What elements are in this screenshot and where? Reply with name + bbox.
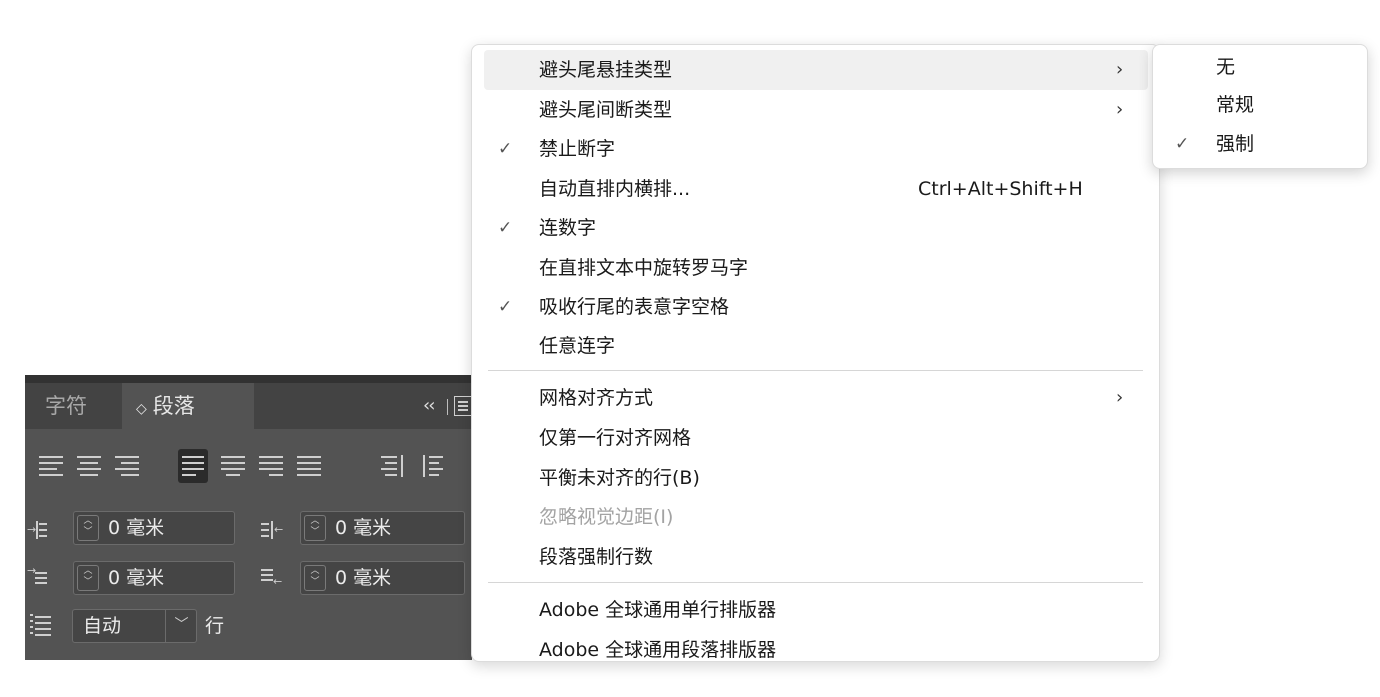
left-indent-value: 0 毫米 — [108, 517, 165, 539]
menu-item-balance-ragged-lines[interactable]: 平衡未对齐的行(B) — [484, 458, 1148, 498]
right-indent-stepper[interactable]: ︿ ﹀ — [304, 515, 326, 541]
first-line-indent-stepper[interactable]: ︿ ﹀ — [77, 565, 99, 591]
menu-item-auto-tate-chu-yoko[interactable]: 自动直排内横排... Ctrl+Alt+Shift+H — [484, 169, 1148, 209]
collapse-panel-button[interactable]: ‹‹ — [423, 383, 435, 429]
justify-last-right-button[interactable] — [257, 449, 287, 483]
justify-last-center-button[interactable] — [219, 449, 249, 483]
submenu-arrow-icon: › — [1116, 59, 1124, 80]
menu-item-absorb-ideographic-space[interactable]: ✓ 吸收行尾的表意字空格 — [484, 287, 1148, 327]
checkmark-icon: ✓ — [498, 218, 513, 238]
menu-item-paragraph-force-lines[interactable]: 段落强制行数 — [484, 537, 1148, 577]
justify-all-button[interactable] — [295, 449, 325, 483]
menu-divider — [488, 582, 1143, 583]
menu-item-label: Adobe 全球通用段落排版器 — [539, 639, 777, 661]
menu-item-grid-alignment[interactable]: 网格对齐方式 › — [484, 378, 1148, 418]
chevron-down-icon[interactable]: ﹀ — [165, 610, 197, 642]
menu-item-kinsoku-hanging-type[interactable]: 避头尾悬挂类型 › — [484, 50, 1148, 90]
left-indent-field[interactable]: ︿ ﹀ 0 毫米 — [73, 511, 235, 545]
align-right-button[interactable] — [113, 449, 143, 483]
last-line-indent-value: 0 毫米 — [335, 567, 392, 589]
first-line-indent-field[interactable]: ︿ ﹀ 0 毫米 — [73, 561, 235, 595]
submenu-arrow-icon: › — [1116, 387, 1124, 408]
panel-top-strip — [25, 375, 472, 383]
submenu-item-label: 常规 — [1216, 94, 1255, 116]
menu-item-shortcut: Ctrl+Alt+Shift+H — [918, 178, 1083, 200]
menu-item-label: 吸收行尾的表意字空格 — [539, 296, 730, 318]
menu-item-label: 任意连字 — [539, 335, 616, 357]
menu-item-label: 自动直排内横排... — [539, 178, 691, 200]
last-line-indent-icon: ← — [261, 566, 282, 588]
submenu-item-none[interactable]: 无 — [1153, 49, 1367, 86]
left-indent-stepper[interactable]: ︿ ﹀ — [77, 515, 99, 541]
first-line-indent-icon: → — [27, 565, 47, 586]
first-line-indent-value: 0 毫米 — [108, 567, 165, 589]
menu-item-label: Adobe 全球通用单行排版器 — [539, 599, 777, 621]
menu-item-paragraph-composer[interactable]: Adobe 全球通用段落排版器 — [484, 630, 1148, 661]
menu-item-label: 禁止断字 — [539, 138, 616, 160]
menu-item-kinsoku-break-type[interactable]: 避头尾间断类型 › — [484, 90, 1148, 130]
menu-item-label: 在直排文本中旋转罗马字 — [539, 257, 749, 279]
right-indent-field[interactable]: ︿ ﹀ 0 毫米 — [300, 511, 465, 545]
menu-divider — [488, 370, 1143, 371]
grid-lines-unit: 行 — [205, 615, 225, 637]
panel-menu-icon[interactable] — [454, 396, 472, 416]
tab-character[interactable]: 字符 — [45, 383, 87, 429]
grid-lines-icon — [30, 614, 52, 636]
paragraph-panel-flyout-menu: 避头尾悬挂类型 › 避头尾间断类型 › ✓ 禁止断字 自动直排内横排... Ct… — [471, 44, 1160, 662]
tab-paragraph-label: 段落 — [152, 394, 195, 418]
grid-lines-select[interactable]: 自动 ﹀ — [72, 609, 197, 643]
submenu-item-label: 无 — [1216, 56, 1236, 78]
right-indent-value: 0 毫米 — [335, 517, 392, 539]
checkmark-icon: ✓ — [498, 297, 513, 317]
menu-item-no-break[interactable]: ✓ 禁止断字 — [484, 129, 1148, 169]
align-toward-spine-button[interactable] — [379, 449, 409, 483]
menu-item-label: 段落强制行数 — [539, 546, 654, 568]
menu-item-label: 忽略视觉边距(I) — [539, 506, 674, 528]
diamond-icon: ◇ — [136, 401, 147, 417]
align-center-button[interactable] — [75, 449, 105, 483]
menu-item-label: 连数字 — [539, 217, 597, 239]
left-indent-icon: → — [27, 520, 47, 540]
justify-last-left-button[interactable] — [178, 449, 208, 483]
kinsoku-hanging-type-submenu: 无 常规 ✓ 强制 — [1152, 44, 1368, 169]
menu-item-label: 仅第一行对齐网格 — [539, 427, 692, 449]
menu-item-discretionary-ligatures[interactable]: 任意连字 — [484, 326, 1148, 366]
last-line-indent-stepper[interactable]: ︿ ﹀ — [304, 565, 326, 591]
menu-item-first-line-grid[interactable]: 仅第一行对齐网格 — [484, 418, 1148, 458]
grid-lines-value: 自动 — [83, 615, 122, 637]
menu-item-ignore-optical-margin: 忽略视觉边距(I) — [484, 497, 1148, 537]
tab-paragraph[interactable]: ◇ 段落 — [122, 383, 254, 429]
right-indent-icon: ← — [261, 520, 283, 540]
checkmark-icon: ✓ — [498, 139, 513, 159]
menu-item-single-line-composer[interactable]: Adobe 全球通用单行排版器 — [484, 590, 1148, 630]
align-away-from-spine-button[interactable] — [421, 449, 451, 483]
submenu-arrow-icon: › — [1116, 99, 1124, 120]
menu-item-rotate-roman[interactable]: 在直排文本中旋转罗马字 — [484, 248, 1148, 288]
menu-item-label: 网格对齐方式 — [539, 387, 654, 409]
align-left-button[interactable] — [37, 449, 67, 483]
paragraph-panel: 字符 ◇ 段落 ‹‹ → ︿ ﹀ 0 毫米 ← ︿ ﹀ 0 毫米 → ︿ ﹀ 0… — [25, 375, 472, 660]
menu-item-label: 平衡未对齐的行(B) — [539, 467, 700, 489]
submenu-item-regular[interactable]: 常规 — [1153, 87, 1367, 124]
last-line-indent-field[interactable]: ︿ ﹀ 0 毫米 — [300, 561, 465, 595]
tabbar-divider — [447, 399, 448, 415]
submenu-item-label: 强制 — [1216, 133, 1255, 155]
checkmark-icon: ✓ — [1175, 134, 1190, 154]
menu-item-continuous-digits[interactable]: ✓ 连数字 — [484, 208, 1148, 248]
menu-item-label: 避头尾间断类型 — [539, 99, 673, 121]
submenu-item-force[interactable]: ✓ 强制 — [1153, 126, 1367, 163]
menu-item-label: 避头尾悬挂类型 — [539, 59, 673, 81]
